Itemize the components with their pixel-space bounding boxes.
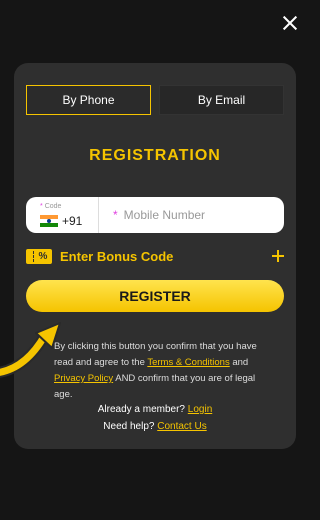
already-member-text: Already a member? Login	[97, 404, 213, 415]
mobile-placeholder: Mobile Number	[123, 208, 206, 222]
required-mark: *	[113, 208, 118, 222]
login-link[interactable]: Login	[188, 404, 212, 415]
close-icon[interactable]	[281, 14, 299, 32]
contact-us-link[interactable]: Contact Us	[157, 421, 206, 432]
bonus-code-label: Enter Bonus Code	[60, 248, 174, 264]
page-title: REGISTRATION	[89, 147, 221, 164]
phone-input-row: * Code +91 * Mobile Number	[26, 197, 284, 233]
country-code-selector[interactable]: * Code +91	[26, 197, 99, 233]
plus-icon[interactable]	[272, 250, 284, 262]
tab-by-phone[interactable]: By Phone	[26, 85, 151, 115]
mobile-number-input[interactable]: * Mobile Number	[99, 197, 284, 233]
need-help-text: Need help? Contact Us	[103, 421, 207, 432]
coupon-icon: %	[26, 248, 52, 264]
bonus-code-toggle[interactable]: % Enter Bonus Code	[26, 246, 284, 266]
india-flag-icon	[40, 215, 58, 227]
tab-by-email[interactable]: By Email	[159, 85, 284, 115]
terms-text: By clicking this button you confirm that…	[54, 341, 257, 400]
pointer-arrow-icon	[0, 322, 61, 378]
code-label: * Code	[40, 203, 61, 210]
code-label-text: Code	[44, 203, 62, 210]
terms-link[interactable]: Terms & Conditions	[147, 357, 229, 368]
registration-card: By Phone By Email REGISTRATION * Code +9…	[14, 63, 296, 449]
dial-code: +91	[62, 214, 83, 228]
register-button[interactable]: REGISTER	[26, 280, 284, 312]
required-mark: *	[40, 203, 43, 210]
auth-tabs: By Phone By Email	[26, 85, 284, 115]
